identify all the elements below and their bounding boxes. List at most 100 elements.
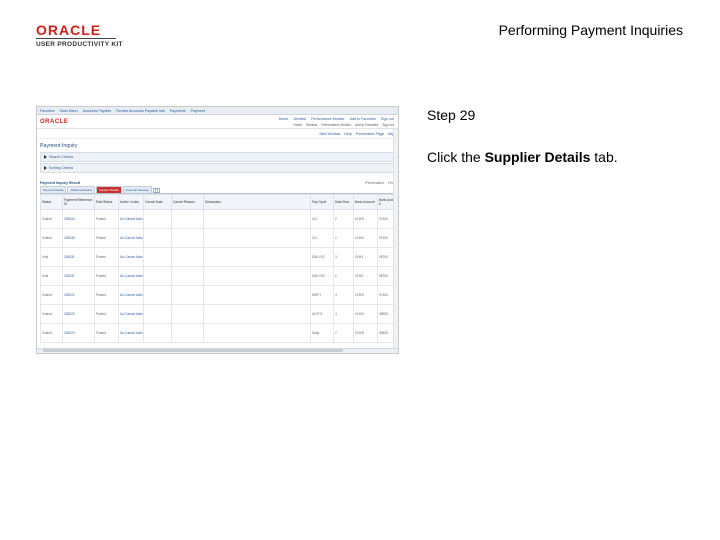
oracle-upk-logo: ORACLE USER PRODUCTIVITY KIT — [36, 23, 126, 48]
table-cell: Voided — [40, 228, 63, 248]
sub-link-worklist[interactable]: Worklist — [306, 123, 317, 127]
table-cell: Voided — [40, 285, 63, 305]
table-cell: CHK1 — [353, 266, 378, 286]
section-search-criteria[interactable]: Search Criteria — [40, 152, 395, 162]
table-cell: Posted — [94, 285, 119, 305]
breadcrumb-accounts-payable[interactable]: Accounts Payable — [83, 109, 112, 113]
table-row[interactable]: Voided 333044 Posted Un-Cancel Action 111 2 CH… — [40, 209, 396, 229]
header-link-home[interactable]: Home — [279, 117, 289, 121]
grid-header-row: Status Payment Reference ID Paid Status … — [40, 194, 396, 210]
table-row[interactable]: Void 333031 Posted Un-Cancel Action DAILY02 2… — [40, 266, 396, 286]
table-row[interactable]: Voided 333021 Posted Un-Cancel Action WKPT 4 C… — [40, 285, 396, 305]
table-cell[interactable]: Un-Cancel Action — [118, 209, 144, 229]
column-header[interactable]: Pay Cycle — [310, 194, 334, 210]
table-row[interactable]: Voided 333024 Posted Un-Cancel Action Daily 2… — [40, 323, 396, 343]
table-cell: AUTO1 — [310, 304, 334, 324]
breadcrumb-favorites[interactable]: Favorites — [40, 109, 55, 113]
show-all-columns-icon[interactable] — [153, 187, 161, 193]
column-header[interactable]: Payment Reference ID — [62, 194, 95, 210]
table-cell[interactable]: 333031 — [62, 266, 95, 286]
table-cell[interactable]: 333024 — [62, 323, 95, 343]
table-cell: CHKS — [353, 285, 378, 305]
sub-link-home[interactable]: Home — [294, 123, 303, 127]
table-cell: 4 — [333, 304, 354, 324]
header-link-performance[interactable]: Performance Monitor — [311, 117, 345, 121]
personalize-page-link[interactable]: Personalize Page — [356, 132, 384, 136]
header-link-worklist[interactable]: Worklist — [293, 117, 306, 121]
table-cell: Posted — [94, 323, 119, 343]
table-cell — [203, 247, 311, 267]
section-label: Sorting Criteria — [49, 166, 73, 170]
header-sub-links: Home Worklist Performance Monitor Add to… — [294, 123, 394, 127]
column-header[interactable]: Action Codes — [118, 194, 144, 210]
application-screenshot: Favorites Main Menu Accounts Payable Rev… — [36, 106, 399, 354]
table-cell — [143, 304, 172, 324]
header-link-signout[interactable]: Sign out — [381, 117, 394, 121]
table-cell[interactable]: 333045 — [62, 228, 95, 248]
table-cell: 2 — [333, 228, 354, 248]
table-cell[interactable]: Un-Cancel Action — [118, 304, 144, 324]
table-cell — [171, 266, 204, 286]
column-header[interactable]: Cancel Date — [143, 194, 172, 210]
table-cell — [203, 266, 311, 286]
table-cell: Posted — [94, 266, 119, 286]
table-cell[interactable]: 333021 — [62, 285, 95, 305]
vertical-scrollbar[interactable] — [393, 129, 398, 349]
table-cell — [203, 304, 311, 324]
instruction-prefix: Click the — [427, 149, 485, 165]
column-header[interactable]: Description — [203, 194, 311, 210]
table-cell[interactable]: Un-Cancel Action — [118, 247, 144, 267]
header-link-favorites[interactable]: Add to Favorites — [350, 117, 376, 121]
tab-payment-details[interactable]: Payment Details — [40, 186, 67, 193]
table-row[interactable]: Voided 333023 Posted Un-Cancel Action AUTO1 4… — [40, 304, 396, 324]
column-header[interactable]: Cancel Reason — [171, 194, 204, 210]
tab-financial-gateway[interactable]: Financial Gateway — [122, 186, 152, 193]
table-cell — [171, 228, 204, 248]
table-cell: 3 — [333, 247, 354, 267]
table-cell: DAILY02 — [310, 266, 334, 286]
table-cell[interactable]: Un-Cancel Action — [118, 323, 144, 343]
section-sorting-criteria[interactable]: Sorting Criteria — [40, 163, 395, 173]
sub-link-signout[interactable]: Sign out — [382, 123, 394, 127]
table-row[interactable]: Void 333031 Posted Un-Cancel Action DAILY02 3… — [40, 247, 396, 267]
column-header[interactable]: Status — [40, 194, 63, 210]
expand-triangle-icon — [44, 155, 47, 159]
table-cell — [143, 228, 172, 248]
scrollbar-thumb[interactable] — [43, 349, 343, 352]
breadcrumb-payments[interactable]: Payments — [170, 109, 186, 113]
column-header[interactable]: Bank Account — [353, 194, 378, 210]
tab-additional-details[interactable]: Additional Details — [67, 186, 95, 193]
horizontal-scrollbar[interactable] — [37, 348, 398, 353]
page-utility-bar: New Window Help Personalize Page http — [37, 129, 398, 139]
table-cell — [171, 323, 204, 343]
breadcrumb-review-ap-info[interactable]: Review Accounts Payable Info — [116, 109, 164, 113]
table-cell[interactable]: Un-Cancel Action — [118, 228, 144, 248]
table-cell — [143, 209, 172, 229]
table-cell: Posted — [94, 304, 119, 324]
table-cell — [143, 247, 172, 267]
breadcrumb-main-menu[interactable]: Main Menu — [60, 109, 78, 113]
new-window-link[interactable]: New Window — [319, 132, 340, 136]
sub-link-performance[interactable]: Performance Monitor — [321, 123, 351, 127]
tab-supplier-details[interactable]: Supplier Details — [96, 186, 122, 193]
table-cell: CHK1 — [353, 247, 378, 267]
table-cell[interactable]: 333044 — [62, 209, 95, 229]
table-cell: CHKS — [353, 228, 378, 248]
table-cell[interactable]: 333023 — [62, 304, 95, 324]
breadcrumb-payment[interactable]: Payment — [191, 109, 205, 113]
help-link[interactable]: Help — [344, 132, 351, 136]
table-cell — [143, 323, 172, 343]
grid-personalize-link[interactable]: Personalize — [365, 181, 384, 185]
table-cell[interactable]: Un-Cancel Action — [118, 285, 144, 305]
table-row[interactable]: Voided 333045 Posted Un-Cancel Action 111 2 CH… — [40, 228, 396, 248]
table-cell: 111 — [310, 228, 334, 248]
table-cell[interactable]: 333031 — [62, 247, 95, 267]
column-header[interactable]: Data Row — [333, 194, 354, 210]
table-cell[interactable]: Un-Cancel Action — [118, 266, 144, 286]
table-cell — [203, 228, 311, 248]
sub-link-favorites[interactable]: Add to Favorites — [355, 123, 378, 127]
table-cell: Daily — [310, 323, 334, 343]
column-header[interactable]: Paid Status — [94, 194, 119, 210]
step-number: Step 29 — [427, 107, 476, 123]
table-cell: Voided — [40, 209, 63, 229]
